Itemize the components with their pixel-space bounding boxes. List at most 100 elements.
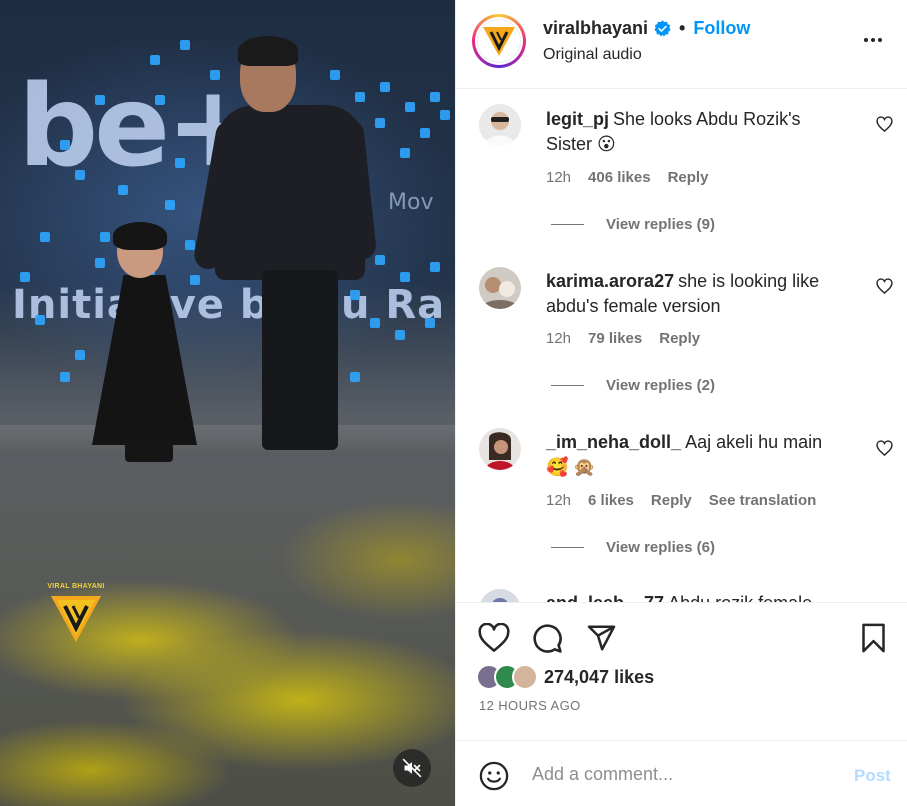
led-dot bbox=[75, 170, 85, 180]
comment-username[interactable]: legit_pj bbox=[546, 109, 609, 129]
led-dot bbox=[175, 158, 185, 168]
comment-icon[interactable] bbox=[532, 623, 563, 659]
comment-heart-icon[interactable] bbox=[876, 440, 893, 461]
post-video[interactable]: be+ Mov Initiative by nu Ra VIRAL BHAYAN… bbox=[0, 0, 455, 806]
comment-time[interactable]: 12h bbox=[546, 169, 571, 186]
viral-bhayani-logo-icon bbox=[483, 27, 515, 56]
emoji-icon[interactable] bbox=[479, 761, 509, 796]
header-separator: • bbox=[679, 18, 686, 38]
comment-time[interactable]: 12h bbox=[546, 330, 571, 347]
watermark-logo: VIRAL BHAYANI bbox=[46, 583, 106, 644]
comment-input[interactable] bbox=[532, 761, 832, 787]
comment-likes[interactable]: 406 likes bbox=[588, 169, 651, 186]
likes-count[interactable]: 274,047 likes bbox=[544, 667, 654, 688]
comment-likes[interactable]: 6 likes bbox=[588, 492, 634, 509]
view-replies-button[interactable]: View replies (6) bbox=[551, 539, 715, 556]
led-dot bbox=[60, 140, 70, 150]
mute-button[interactable] bbox=[393, 749, 431, 787]
reply-button[interactable]: Reply bbox=[659, 330, 700, 347]
post-comment-button[interactable]: Post bbox=[854, 766, 891, 786]
follow-button[interactable]: Follow bbox=[693, 18, 750, 39]
view-replies-button[interactable]: View replies (9) bbox=[551, 216, 715, 233]
led-dot bbox=[395, 330, 405, 340]
heart-icon[interactable] bbox=[478, 622, 510, 658]
replies-divider bbox=[551, 547, 584, 548]
comment-heart-icon[interactable] bbox=[876, 278, 893, 299]
comment-username[interactable]: karima.arora27 bbox=[546, 271, 674, 291]
man-legs bbox=[262, 270, 338, 450]
audio-link[interactable]: Original audio bbox=[543, 46, 642, 64]
led-dot bbox=[430, 262, 440, 272]
author-username[interactable]: viralbhayani bbox=[543, 18, 648, 39]
comment-heart-icon[interactable] bbox=[876, 116, 893, 137]
viral-bhayani-logo-icon bbox=[51, 596, 101, 642]
led-dot bbox=[440, 110, 450, 120]
led-dot bbox=[40, 232, 50, 242]
view-replies-label: View replies (2) bbox=[606, 377, 715, 394]
led-dot bbox=[350, 290, 360, 300]
led-dot bbox=[425, 318, 435, 328]
view-replies-label: View replies (9) bbox=[606, 216, 715, 233]
led-dot bbox=[380, 82, 390, 92]
comment-username[interactable]: and_leeb__77 bbox=[546, 593, 664, 602]
commenter-avatar[interactable] bbox=[479, 104, 521, 146]
led-screen-small-text: Mov bbox=[388, 190, 434, 215]
led-dot bbox=[330, 70, 340, 80]
led-dot bbox=[165, 200, 175, 210]
led-dot bbox=[430, 92, 440, 102]
see-translation-button[interactable]: See translation bbox=[709, 492, 817, 509]
add-comment-bar: Post bbox=[456, 740, 907, 806]
led-dot bbox=[150, 55, 160, 65]
bookmark-icon[interactable] bbox=[860, 623, 887, 658]
comment-username[interactable]: _im_neha_doll_ bbox=[546, 432, 681, 452]
commenter-avatar[interactable] bbox=[479, 589, 521, 602]
watermark-label: VIRAL BHAYANI bbox=[47, 583, 105, 590]
replies-divider bbox=[551, 224, 584, 225]
runway-edge bbox=[0, 425, 455, 455]
verified-badge-icon bbox=[654, 20, 671, 37]
led-dot bbox=[95, 95, 105, 105]
led-dot bbox=[355, 92, 365, 102]
reply-button[interactable]: Reply bbox=[651, 492, 692, 509]
led-dot bbox=[420, 128, 430, 138]
comment-likes[interactable]: 79 likes bbox=[588, 330, 642, 347]
reply-button[interactable]: Reply bbox=[668, 169, 709, 186]
girl-legs bbox=[125, 440, 173, 462]
girl-hair bbox=[113, 222, 167, 250]
man-torso bbox=[215, 105, 365, 280]
comment-text: Abdu rozik female bbox=[668, 593, 812, 602]
liker-avatar bbox=[512, 664, 538, 690]
commenter-avatar[interactable] bbox=[479, 428, 521, 470]
led-dot bbox=[180, 40, 190, 50]
comment-time[interactable]: 12h bbox=[546, 492, 571, 509]
led-dot bbox=[210, 70, 220, 80]
more-options-icon[interactable] bbox=[864, 38, 882, 42]
view-replies-label: View replies (6) bbox=[606, 539, 715, 556]
led-screen-subtitle: Initiative by nu Ra bbox=[12, 282, 446, 328]
commenter-avatar[interactable] bbox=[479, 267, 521, 309]
post-timestamp[interactable]: 12 HOURS AGO bbox=[479, 698, 581, 713]
led-dot bbox=[100, 232, 110, 242]
view-replies-button[interactable]: View replies (2) bbox=[551, 377, 715, 394]
led-dot bbox=[185, 240, 195, 250]
author-avatar[interactable] bbox=[472, 14, 526, 68]
led-dot bbox=[405, 102, 415, 112]
led-dot bbox=[35, 315, 45, 325]
led-dot bbox=[20, 272, 30, 282]
led-dot bbox=[118, 185, 128, 195]
post-header: viralbhayani • Follow Original audio bbox=[456, 0, 907, 89]
led-dot bbox=[400, 148, 410, 158]
led-dot bbox=[190, 275, 200, 285]
led-dot bbox=[155, 95, 165, 105]
led-dot bbox=[375, 255, 385, 265]
led-dot bbox=[75, 350, 85, 360]
led-dot bbox=[95, 258, 105, 268]
post-panel: viralbhayani • Follow Original audio leg… bbox=[455, 0, 907, 806]
replies-divider bbox=[551, 385, 584, 386]
paper-plane-icon[interactable] bbox=[586, 623, 617, 658]
led-dot bbox=[400, 272, 410, 282]
led-dot bbox=[370, 318, 380, 328]
speaker-muted-icon bbox=[402, 758, 422, 778]
comments-list[interactable]: legit_pj She looks Abdu Rozik's Sister 😮 … bbox=[456, 90, 907, 602]
man-hair bbox=[238, 36, 298, 66]
